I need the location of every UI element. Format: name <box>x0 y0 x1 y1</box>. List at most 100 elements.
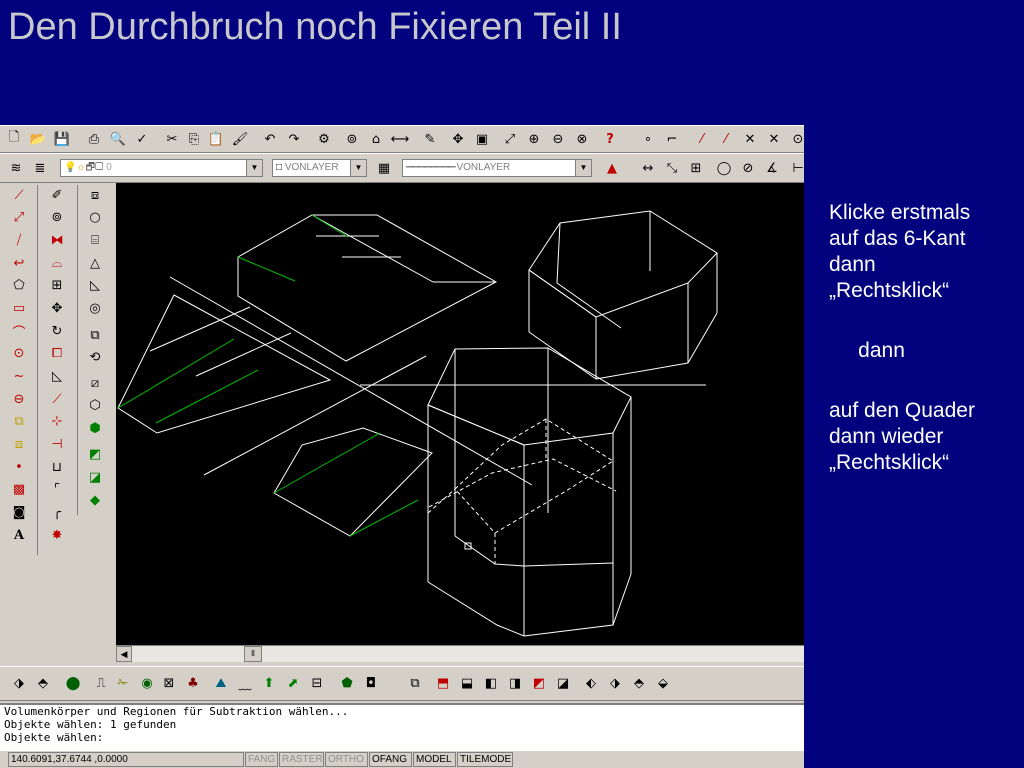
mode-model[interactable]: MODEL <box>413 752 456 767</box>
spelling-icon[interactable]: ✓ <box>132 129 152 149</box>
hatch-icon[interactable]: ▩ <box>8 479 30 500</box>
snap-from-icon[interactable]: ∘ <box>638 129 658 149</box>
setup-view-icon[interactable]: ◪ <box>84 467 106 488</box>
rotate-icon[interactable]: ↻ <box>46 321 68 342</box>
lengthen-icon[interactable]: ⟋ <box>46 389 68 410</box>
mirror-icon[interactable]: ⧓ <box>46 230 68 251</box>
scale-icon[interactable]: ⧠ <box>46 343 68 364</box>
erase-icon[interactable]: ✐ <box>46 185 68 206</box>
view-front-icon[interactable]: ◩ <box>528 673 550 694</box>
view-top-icon[interactable]: ⬒ <box>432 673 454 694</box>
cylinder-icon[interactable]: ⌸ <box>84 230 106 251</box>
paste-icon[interactable]: 📋 <box>206 129 226 149</box>
mode-ortho[interactable]: ORTHO <box>325 752 368 767</box>
view-right-icon[interactable]: ◨ <box>504 673 526 694</box>
cut-icon[interactable]: ✂ <box>162 129 182 149</box>
rectangle-icon[interactable]: ▭ <box>8 298 30 319</box>
setup-drawing-icon[interactable]: ◩ <box>84 444 106 465</box>
render-preferences-icon[interactable]: ⬆ <box>258 673 280 694</box>
view-sw-iso-icon[interactable]: ⬖ <box>580 673 602 694</box>
named-views-icon[interactable]: ⧉ <box>404 673 426 694</box>
view-bottom-icon[interactable]: ⬓ <box>456 673 478 694</box>
new-file-icon[interactable]: 🗋 <box>4 129 24 149</box>
aerial-view-icon[interactable]: ▣ <box>472 129 492 149</box>
snap-extension-icon[interactable]: ✕ <box>764 129 784 149</box>
multiline-text-icon[interactable]: A <box>8 525 30 546</box>
zoom-realtime-icon[interactable]: ⤢ <box>500 129 520 149</box>
zoom-window-icon[interactable]: ⊕ <box>524 129 544 149</box>
layer-select[interactable]: 💡☼🗗▢ 0 ▼ <box>60 159 263 177</box>
mode-raster[interactable]: RASTER <box>279 752 324 767</box>
pencil-icon[interactable]: ✎ <box>420 129 440 149</box>
ordinate-dimension-icon[interactable]: ⊞ <box>686 158 706 178</box>
print-icon[interactable]: ⎙ <box>84 129 104 149</box>
scroll-thumb[interactable]: ⦀ <box>244 646 262 662</box>
redo-icon[interactable]: ↷ <box>284 129 304 149</box>
break-icon[interactable]: ⊔ <box>46 457 68 478</box>
undo-icon[interactable]: ↶ <box>260 129 280 149</box>
layers-icon[interactable]: ≋ <box>6 158 26 178</box>
extend-icon[interactable]: ⊣ <box>46 434 68 455</box>
lights-icon[interactable]: ⬤ <box>62 673 84 694</box>
linear-dimension-icon[interactable]: ↔ <box>638 158 658 178</box>
drawing-viewport[interactable] <box>116 183 804 645</box>
diameter-dimension-icon[interactable]: ⊘ <box>738 158 758 178</box>
chevron-down-icon[interactable]: ▼ <box>350 160 366 176</box>
replay-icon[interactable]: ⬟ <box>336 673 358 694</box>
view-left-icon[interactable]: ◧ <box>480 673 502 694</box>
ray-icon[interactable]: ⤢ <box>8 207 30 228</box>
hyperlink-icon[interactable]: ⚙ <box>314 129 334 149</box>
command-window[interactable]: Volumenkörper und Regionen für Subtrakti… <box>0 703 804 751</box>
torus-icon[interactable]: ◎ <box>84 298 106 319</box>
help-icon[interactable]: ? <box>600 129 620 149</box>
copy-object-icon[interactable]: ⊚ <box>46 207 68 228</box>
view-back-icon[interactable]: ◪ <box>552 673 574 694</box>
construction-line-icon[interactable]: ⧸ <box>8 230 30 251</box>
print-preview-icon[interactable]: 🔍 <box>108 129 128 149</box>
polyline-icon[interactable]: ↩ <box>8 253 30 274</box>
drawing-canvas[interactable] <box>116 183 804 645</box>
slice-icon[interactable]: ⧄ <box>84 373 106 394</box>
line-icon[interactable]: ⟋ <box>8 185 30 206</box>
fog-icon[interactable]: ⊠ <box>158 673 180 694</box>
landscape-icon[interactable]: ♣ <box>182 673 204 694</box>
make-block-icon[interactable]: ⧈ <box>8 434 30 455</box>
distance-icon[interactable]: ⟷ <box>390 129 410 149</box>
command-prompt[interactable]: Objekte wählen: <box>4 731 804 744</box>
mode-tilemode[interactable]: TILEMODE <box>457 752 513 767</box>
extrude-icon[interactable]: ⧉ <box>84 325 106 346</box>
view-ne-iso-icon[interactable]: ⬘ <box>628 673 650 694</box>
fillet-icon[interactable]: ╭ <box>46 502 68 523</box>
zoom-previous-icon[interactable]: ⊖ <box>548 129 568 149</box>
section-icon[interactable]: ⬡ <box>84 395 106 416</box>
osnap-icon[interactable]: ⊚ <box>342 129 362 149</box>
spline-icon[interactable]: ∼ <box>8 366 30 387</box>
materials-icon[interactable]: ⎍ <box>90 673 112 694</box>
stretch-icon[interactable]: ◺ <box>46 366 68 387</box>
wedge-icon[interactable]: ◺ <box>84 275 106 296</box>
sphere-icon[interactable]: ○ <box>84 207 106 228</box>
landscape-edit-icon[interactable]: ⛰ <box>210 673 232 694</box>
chevron-down-icon[interactable]: ▼ <box>246 160 262 176</box>
snap-center-icon[interactable]: ⊙ <box>788 129 804 149</box>
make-layer-current-icon[interactable]: ≣ <box>30 158 50 178</box>
trim-icon[interactable]: ⊹ <box>46 411 68 432</box>
copy-icon[interactable]: ⎘ <box>184 129 204 149</box>
ellipse-icon[interactable]: ⊖ <box>8 389 30 410</box>
move-icon[interactable]: ✥ <box>46 298 68 319</box>
polygon-icon[interactable]: ⬠ <box>8 275 30 296</box>
scroll-left-icon[interactable]: ◀ <box>116 646 132 662</box>
mode-fang[interactable]: FANG <box>245 752 278 767</box>
box-icon[interactable]: ⧈ <box>84 185 106 206</box>
linetype-select[interactable]: ──────── VONLAYER ▼ <box>402 159 592 177</box>
circle-icon[interactable]: ⊙ <box>8 343 30 364</box>
angular-dimension-icon[interactable]: ∡ <box>762 158 782 178</box>
scene-icon[interactable]: ⬘ <box>32 673 54 694</box>
region-icon[interactable]: ◙ <box>8 502 30 523</box>
point-icon[interactable]: • <box>8 457 30 478</box>
snap-intersection-icon[interactable]: ⁄ <box>716 129 736 149</box>
statistics-icon[interactable]: ⬈ <box>282 673 304 694</box>
snap-apparent-icon[interactable]: ✕ <box>740 129 760 149</box>
render-icon[interactable]: ⬗ <box>8 673 30 694</box>
setup-profile-icon[interactable]: ◆ <box>84 490 106 511</box>
